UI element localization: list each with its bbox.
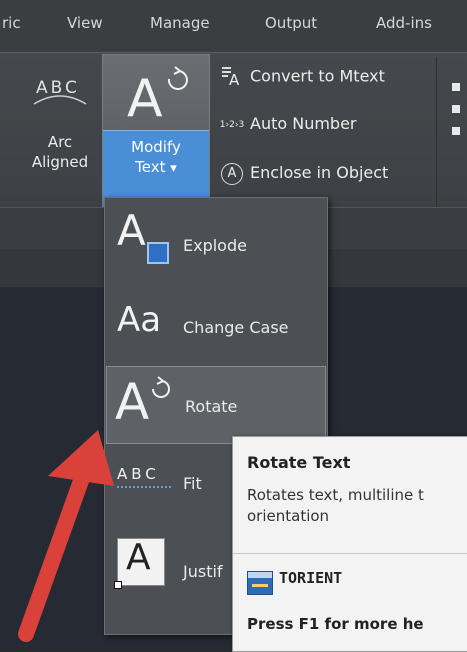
change-case-icon: Aa bbox=[117, 300, 162, 340]
ribbon-overflow-icon[interactable] bbox=[452, 83, 462, 143]
convert-to-mtext-label: Convert to Mtext bbox=[250, 66, 385, 86]
enclose-in-object-label: Enclose in Object bbox=[250, 163, 389, 182]
ribbon-separator bbox=[436, 57, 437, 207]
modify-text-icon: A bbox=[125, 65, 189, 129]
auto-number-button[interactable]: 1›2›3 Auto Number bbox=[218, 114, 357, 144]
tab-add-ins[interactable]: Add-ins bbox=[376, 14, 432, 32]
command-icon bbox=[247, 571, 273, 595]
enclose-in-object-button[interactable]: A Enclose in Object bbox=[218, 162, 388, 192]
menu-item-change-case[interactable]: Aa Change Case bbox=[105, 288, 327, 364]
tab-view[interactable]: View bbox=[67, 14, 103, 32]
tooltip-help-text: Press F1 for more he bbox=[247, 615, 424, 633]
menu-item-rotate[interactable]: A Rotate bbox=[106, 366, 326, 444]
explode-text-icon: A bbox=[117, 206, 177, 268]
ribbon-tab-bar: ric View Manage Output Add-ins bbox=[0, 0, 467, 53]
arc-aligned-label: Arc Aligned bbox=[31, 133, 89, 171]
fit-text-icon: ABC bbox=[117, 464, 177, 500]
enclose-icon: A bbox=[218, 162, 246, 185]
auto-number-label: Auto Number bbox=[250, 114, 357, 133]
tab-output[interactable]: Output bbox=[265, 14, 317, 32]
svg-text:A: A bbox=[229, 71, 240, 86]
tooltip-title: Rotate Text bbox=[247, 453, 351, 472]
convert-to-mtext-icon: A bbox=[218, 64, 246, 90]
arc-text-icon: ABC bbox=[30, 74, 90, 114]
chevron-down-icon[interactable]: ▾ bbox=[170, 161, 177, 176]
convert-to-mtext-button[interactable]: A Convert to Mtext bbox=[218, 64, 385, 94]
tooltip-description: Rotates text, multiline t orientation bbox=[247, 486, 424, 525]
menu-item-explode[interactable]: A Explode bbox=[105, 206, 327, 282]
modify-text-label: Modify Text ▾ bbox=[131, 138, 181, 176]
auto-number-icon: 1›2›3 bbox=[219, 119, 245, 130]
modify-text-button[interactable]: A Modify Text ▾ bbox=[102, 54, 210, 208]
tooltip-command-name: TORIENT bbox=[279, 569, 343, 587]
rotate-text-icon: A bbox=[115, 371, 179, 437]
rotate-text-tooltip: Rotate Text Rotates text, multiline t or… bbox=[232, 436, 467, 652]
tab-graphic[interactable]: ric bbox=[2, 14, 21, 32]
justify-text-icon: A bbox=[114, 537, 165, 589]
arc-aligned-button[interactable]: ABC Arc Aligned bbox=[20, 60, 100, 200]
tooltip-divider bbox=[233, 553, 467, 554]
tab-manage[interactable]: Manage bbox=[150, 14, 210, 32]
